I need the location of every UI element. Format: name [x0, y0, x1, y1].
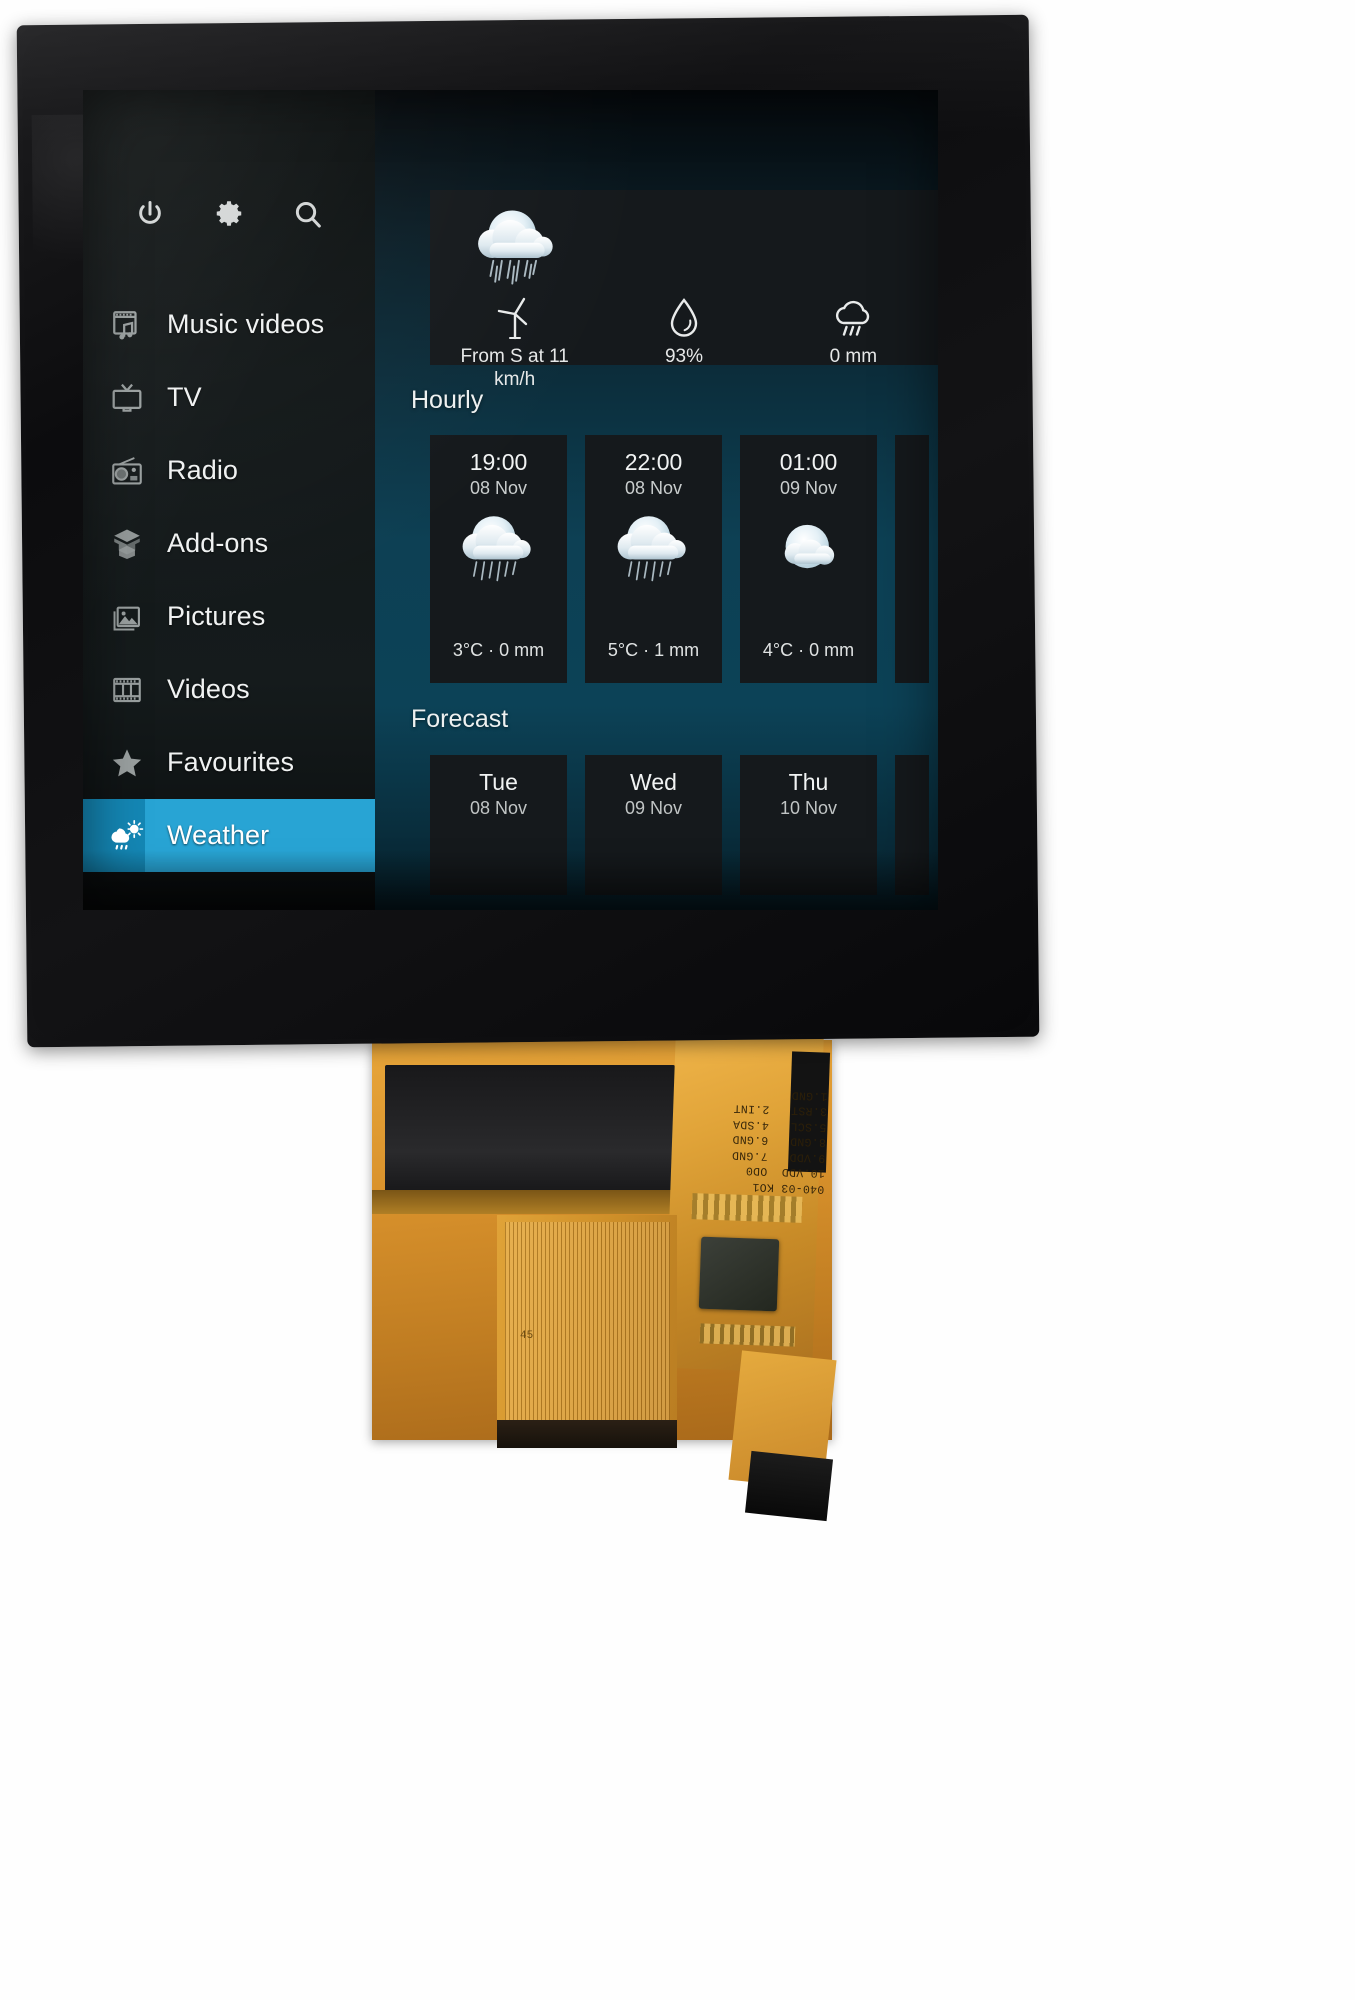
hourly-time: 01:00	[779, 449, 838, 475]
sidebar: Music videos TV Radio Add-ons Pictures V…	[83, 90, 375, 910]
forecast-card-partial[interactable]	[895, 755, 929, 895]
hourly-card[interactable]: 19:00 08 Nov 3°C · 0 mm	[430, 435, 567, 683]
controller-chip	[698, 1236, 780, 1312]
sidebar-item-label: Weather	[167, 820, 270, 850]
kodi-weather-window: Music videos TV Radio Add-ons Pictures V…	[83, 90, 938, 910]
sidebar-item-label: Music videos	[167, 309, 325, 339]
photo-canvas: 040-03 KO1 10.VDD OD0 9.VDD 7.GND 8.GND …	[0, 0, 1355, 2000]
humidity-droplet-icon	[666, 295, 702, 341]
forecast-day: Thu	[788, 769, 829, 795]
cloud-moon-rain-icon	[447, 506, 551, 594]
moon-cloud-icon	[757, 506, 861, 594]
tv-icon	[103, 376, 151, 420]
pictures-icon	[103, 595, 151, 639]
forecast-date: 09 Nov	[624, 798, 683, 818]
music-video-icon	[103, 303, 151, 347]
wind-turbine-icon	[496, 295, 534, 341]
forecast-day: Tue	[479, 769, 518, 795]
hourly-card[interactable]: 01:00 09 Nov 4°C · 0 mm	[740, 435, 877, 683]
hourly-list: 19:00 08 Nov 3°C · 0 mm 22:00 08 Nov 5°C…	[430, 435, 929, 683]
sidebar-item-add-ons[interactable]: Add-ons	[83, 507, 375, 580]
sidebar-item-label: Videos	[167, 674, 250, 704]
cloud-moon-rain-icon	[460, 200, 576, 295]
sidebar-item-label: Favourites	[167, 747, 295, 777]
addons-box-icon	[103, 522, 151, 566]
current-stats-row: From S at 11 km/h 93% 0 mm	[430, 295, 938, 390]
ribbon-contact-pads-top	[691, 1193, 803, 1223]
hourly-time: 19:00	[469, 449, 528, 475]
sidebar-menu: Music videos TV Radio Add-ons Pictures V…	[83, 288, 375, 872]
forecast-date: 10 Nov	[779, 798, 838, 818]
hourly-value: 4°C · 0 mm	[762, 640, 855, 660]
sidebar-item-weather[interactable]: Weather	[83, 799, 375, 872]
search-icon[interactable]	[291, 198, 325, 232]
precipitation-value: 0 mm	[829, 346, 878, 367]
ribbon-tail-connector	[497, 1420, 677, 1448]
ribbon-trace-lines	[505, 1222, 670, 1422]
hourly-date: 09 Nov	[779, 478, 838, 498]
sidebar-item-favourites[interactable]: Favourites	[83, 726, 375, 799]
settings-icon[interactable]	[212, 198, 246, 232]
sidebar-item-pictures[interactable]: Pictures	[83, 580, 375, 653]
weather-cloud-sun-rain-icon	[103, 814, 151, 858]
forecast-date: 08 Nov	[469, 798, 528, 818]
forecast-card[interactable]: Thu 10 Nov	[740, 755, 877, 895]
forecast-day: Wed	[630, 769, 677, 795]
sidebar-item-music-videos[interactable]: Music videos	[83, 288, 375, 361]
hourly-time: 22:00	[624, 449, 683, 475]
sidebar-item-tv[interactable]: TV	[83, 361, 375, 434]
film-strip-icon	[103, 668, 151, 712]
ribbon-contact-pads-bottom	[699, 1323, 796, 1347]
humidity-stat: 93%	[599, 295, 768, 368]
cloud-moon-rain-icon	[602, 506, 706, 594]
ribbon-branch-connector	[744, 1450, 834, 1522]
forecast-card[interactable]: Wed 09 Nov	[585, 755, 722, 895]
weather-content: From S at 11 km/h 93% 0 mm Hourly 19:00 …	[375, 90, 938, 910]
forecast-section-title: Forecast	[411, 705, 509, 733]
ribbon-dark-band	[372, 1190, 672, 1214]
wind-stat: From S at 11 km/h	[430, 295, 599, 391]
rain-cloud-icon	[831, 295, 875, 341]
hourly-value: 3°C · 0 mm	[452, 640, 545, 660]
precipitation-stat: 0 mm	[769, 295, 938, 368]
star-icon	[103, 741, 151, 785]
current-conditions-card[interactable]: From S at 11 km/h 93% 0 mm	[430, 190, 938, 390]
sidebar-item-label: Radio	[167, 455, 239, 485]
sidebar-item-label: Add-ons	[167, 528, 269, 558]
hourly-date: 08 Nov	[469, 478, 528, 498]
forecast-card[interactable]: Tue 08 Nov	[430, 755, 567, 895]
humidity-value: 93%	[664, 346, 703, 367]
sidebar-item-videos[interactable]: Videos	[83, 653, 375, 726]
sidebar-item-label: TV	[167, 382, 202, 412]
sidebar-toolbar	[83, 198, 375, 232]
ribbon-pinout-label: 040-03 KO1 10.VDD OD0 9.VDD 7.GND 8.GND …	[731, 1088, 828, 1196]
sidebar-item-radio[interactable]: Radio	[83, 434, 375, 507]
hourly-date: 08 Nov	[624, 478, 683, 498]
forecast-list: Tue 08 Nov Wed 09 Nov Thu 10 Nov	[430, 755, 929, 895]
hourly-card-partial[interactable]	[895, 435, 929, 683]
hourly-value: 5°C · 1 mm	[607, 640, 700, 660]
ribbon-print-number: 45	[520, 1330, 534, 1342]
hourly-section-title: Hourly	[411, 386, 484, 414]
radio-icon	[103, 449, 151, 493]
hourly-card[interactable]: 22:00 08 Nov 5°C · 1 mm	[585, 435, 722, 683]
lcd-screen: Music videos TV Radio Add-ons Pictures V…	[83, 90, 938, 910]
sidebar-item-label: Pictures	[167, 601, 266, 631]
ribbon-black-window	[385, 1065, 675, 1210]
wind-value: From S at 11 km/h	[460, 346, 569, 390]
power-icon[interactable]	[133, 198, 167, 232]
